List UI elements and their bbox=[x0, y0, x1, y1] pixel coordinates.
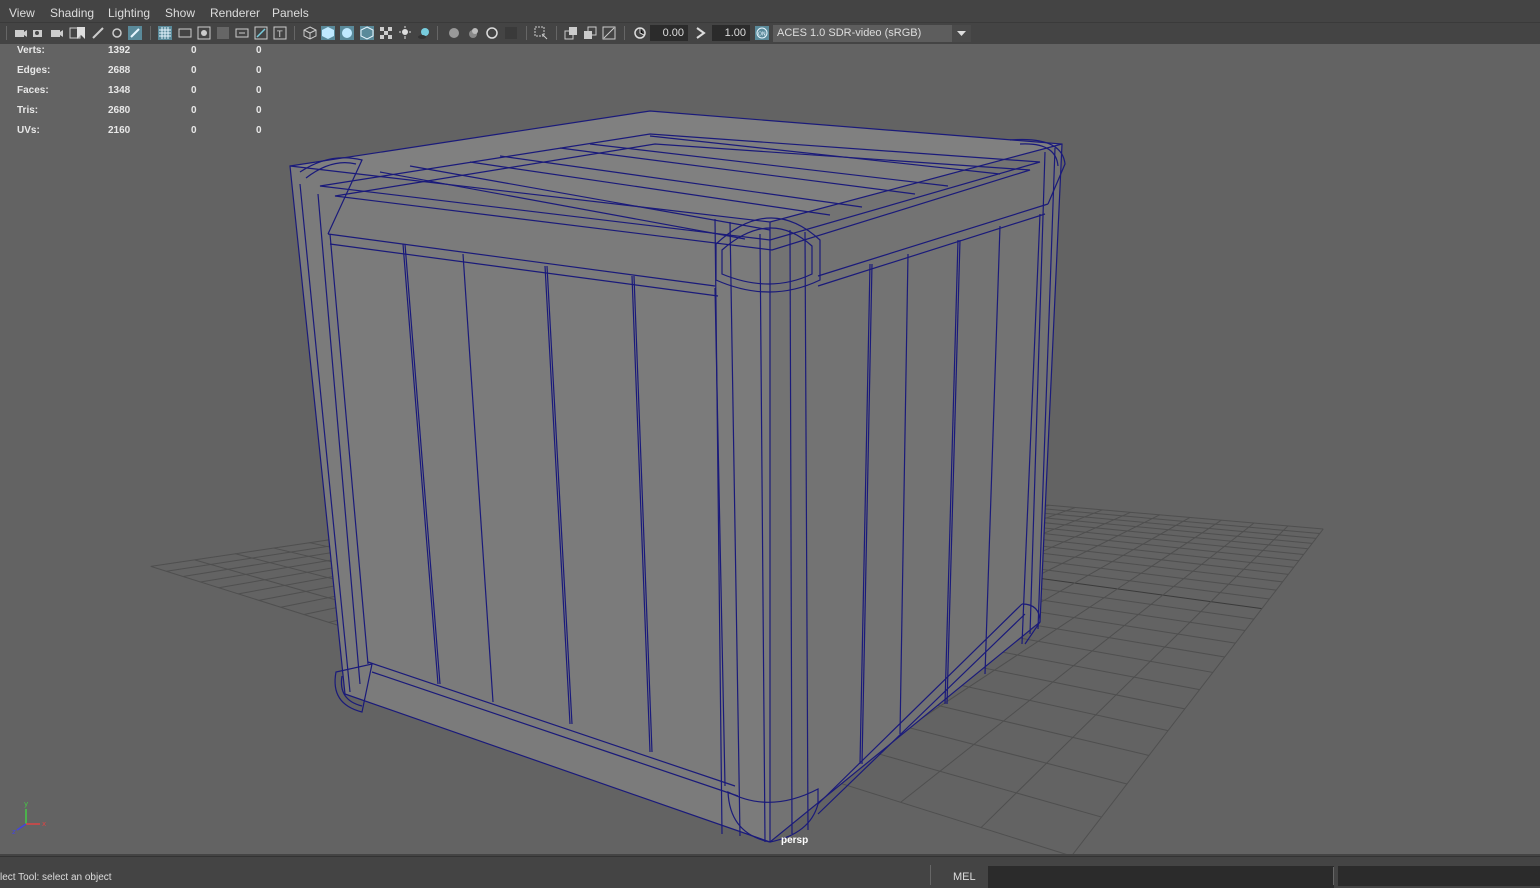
statusbar-separator bbox=[930, 865, 931, 885]
menu-shading[interactable]: Shading bbox=[50, 6, 94, 20]
gamma-field[interactable]: 1.00 bbox=[712, 25, 750, 41]
camera-icon[interactable] bbox=[14, 26, 28, 40]
menu-show[interactable]: Show bbox=[165, 6, 195, 20]
two-d-pan-zoom-icon[interactable] bbox=[91, 26, 105, 40]
safe-action-icon[interactable] bbox=[254, 26, 268, 40]
field-chart-icon[interactable] bbox=[235, 26, 249, 40]
hud-selected: 0 bbox=[191, 105, 197, 116]
hud-highlighted: 0 bbox=[256, 85, 262, 96]
svg-text:y: y bbox=[24, 800, 28, 808]
resolution-gate-icon[interactable] bbox=[197, 26, 211, 40]
backface-culling-icon[interactable] bbox=[504, 26, 518, 40]
lights-icon[interactable] bbox=[398, 26, 412, 40]
film-gate-icon[interactable] bbox=[178, 26, 192, 40]
menu-view[interactable]: View bbox=[9, 6, 35, 20]
svg-text:ON: ON bbox=[758, 32, 766, 38]
toolbar-separator bbox=[624, 26, 625, 40]
command-result-field bbox=[1338, 866, 1540, 886]
hud-highlighted: 0 bbox=[256, 45, 262, 56]
axis-gizmo-icon: y x z bbox=[12, 800, 46, 836]
panel-menubar: View Shading Lighting Show Renderer Pane… bbox=[0, 0, 1540, 23]
xray-active-icon[interactable] bbox=[485, 26, 499, 40]
bookmark-camera-icon[interactable] bbox=[50, 26, 64, 40]
mel-language-toggle[interactable]: MEL bbox=[953, 871, 976, 883]
crate-left-face bbox=[290, 166, 770, 842]
menu-renderer[interactable]: Renderer bbox=[210, 6, 260, 20]
exposure-icon[interactable] bbox=[633, 26, 647, 40]
toolbar-separator bbox=[6, 26, 7, 40]
safe-title-icon[interactable]: T bbox=[273, 26, 287, 40]
svg-text:T: T bbox=[276, 30, 283, 40]
gamma-icon[interactable] bbox=[694, 26, 708, 40]
hud-highlighted: 0 bbox=[256, 65, 262, 76]
ambient-occlusion-icon[interactable] bbox=[564, 26, 578, 40]
status-bar: lect Tool: select an object MEL bbox=[0, 856, 1540, 888]
shadows-icon[interactable] bbox=[417, 26, 431, 40]
hud-label: UVs: bbox=[17, 125, 40, 136]
camera-attributes-icon[interactable] bbox=[32, 26, 46, 40]
chevron-down-icon bbox=[957, 31, 966, 36]
view-transform-toggle-icon[interactable]: ON bbox=[755, 26, 769, 40]
hud-total: 2680 bbox=[108, 105, 131, 116]
svg-text:z: z bbox=[12, 828, 16, 836]
xray-icon[interactable] bbox=[447, 26, 461, 40]
motion-blur-icon[interactable] bbox=[583, 26, 597, 40]
gate-mask-icon[interactable] bbox=[216, 26, 230, 40]
toolbar-separator bbox=[526, 26, 527, 40]
toolbar-separator bbox=[556, 26, 557, 40]
toolbar-separator bbox=[150, 26, 151, 40]
pencil-icon[interactable] bbox=[128, 26, 142, 40]
hud-total: 2688 bbox=[108, 65, 131, 76]
crate-right-face bbox=[770, 144, 1062, 842]
textured-icon[interactable] bbox=[379, 26, 393, 40]
panel-toolbar: T 0.00 1.00 ON ACES 1.0 SDR-video (sRGB) bbox=[0, 23, 1540, 44]
wireframe-icon[interactable] bbox=[303, 26, 317, 40]
xray-joints-icon[interactable] bbox=[466, 26, 480, 40]
wireframe-on-shaded-icon[interactable] bbox=[360, 26, 374, 40]
hud-selected: 0 bbox=[191, 125, 197, 136]
svg-text:x: x bbox=[42, 820, 46, 828]
grid-icon[interactable] bbox=[158, 26, 172, 40]
hud-label: Tris: bbox=[17, 105, 39, 116]
bookmark-icon[interactable] bbox=[74, 26, 88, 40]
hud-selected: 0 bbox=[191, 45, 197, 56]
menu-lighting[interactable]: Lighting bbox=[108, 6, 150, 20]
hud-total: 2160 bbox=[108, 125, 131, 136]
toolbar-separator bbox=[437, 26, 438, 40]
isolate-select-icon[interactable] bbox=[534, 26, 548, 40]
grease-pencil-icon[interactable] bbox=[110, 26, 124, 40]
colorspace-dropdown-arrow[interactable] bbox=[952, 25, 971, 42]
hud-label: Edges: bbox=[17, 65, 51, 76]
anti-aliasing-icon[interactable] bbox=[602, 26, 616, 40]
hud-total: 1392 bbox=[108, 45, 131, 56]
hud-highlighted: 0 bbox=[256, 105, 262, 116]
hud-label: Faces: bbox=[17, 85, 49, 96]
viewport-persp[interactable]: y x z Verts: 1392 0 0 Edges: 2688 0 0 Fa… bbox=[0, 44, 1540, 854]
hud-highlighted: 0 bbox=[256, 125, 262, 136]
hud-selected: 0 bbox=[191, 65, 197, 76]
menu-panels[interactable]: Panels bbox=[272, 6, 309, 20]
hud-selected: 0 bbox=[191, 85, 197, 96]
default-material-icon[interactable] bbox=[340, 26, 354, 40]
toolbar-separator bbox=[294, 26, 295, 40]
hud-label: Verts: bbox=[17, 45, 45, 56]
statusbar-separator bbox=[1333, 867, 1334, 885]
crate-mesh[interactable] bbox=[289, 110, 1066, 843]
camera-name-label: persp bbox=[781, 835, 809, 846]
colorspace-dropdown[interactable]: ACES 1.0 SDR-video (sRGB) bbox=[773, 25, 971, 42]
viewport-canvas[interactable]: y x z bbox=[0, 44, 1540, 854]
hud-total: 1348 bbox=[108, 85, 131, 96]
help-line-text: lect Tool: select an object bbox=[0, 872, 112, 883]
exposure-field[interactable]: 0.00 bbox=[650, 25, 688, 41]
smooth-shade-icon[interactable] bbox=[321, 26, 335, 40]
